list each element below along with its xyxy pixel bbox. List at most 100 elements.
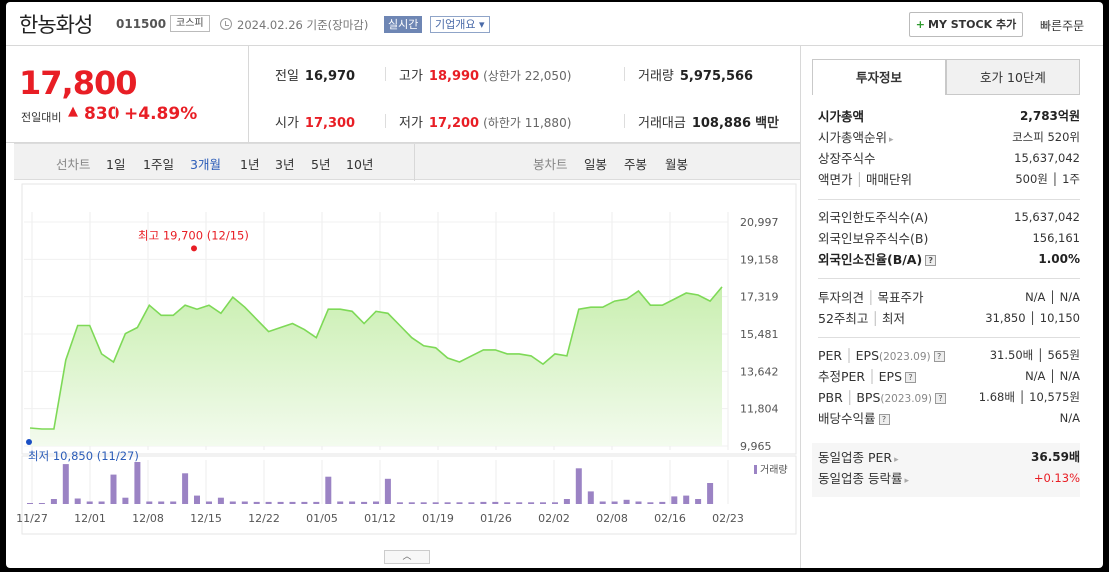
company-profile-dropdown[interactable]: 기업개요 ▾ [430,16,490,33]
volume-bar [695,499,702,504]
base-date: 2024.02.26 기준(장마감) [237,18,369,32]
volume-bar [552,502,558,504]
volume-bar [313,501,320,504]
volume-bar [289,501,296,504]
mystock-add-button[interactable]: + MY STOCK 추가 [909,12,1023,37]
period-5y[interactable]: 5년 [311,154,330,173]
volume-bar [540,502,546,504]
min-label: 최저 10,850 (11/27) [28,449,139,463]
volume-bar [349,501,356,504]
volume-bar [206,501,212,504]
y-tick-label: 13,642 [740,365,779,378]
help-icon[interactable]: ? [905,372,917,383]
market-badge: 코스피 [170,15,210,32]
quote-prev: 전일 16,970 [275,69,356,84]
volume-bar [492,501,499,504]
volume-bar [194,495,200,504]
volume-bar [74,498,81,504]
market-cap: 2,783억원 [1019,109,1080,123]
volume-bar [170,501,177,504]
period-1w[interactable]: 1주일 [143,154,174,173]
volume-bar [516,502,523,504]
volume-bar [325,476,332,504]
tab-orderbook[interactable]: 호가 10단계 [946,59,1080,95]
info-group-valuation: PER │ EPS(2023.09)? 31.50배 │ 565원 추정PER │ EPS… [818,345,1080,429]
y-tick-label: 15,481 [740,328,779,341]
period-3m[interactable]: 3개월 [190,154,221,173]
current-price: 17,800 [19,64,137,102]
volume-bar [86,501,93,504]
x-tick-label: 01/12 [364,512,396,525]
mystock-label: MY STOCK 추가 [928,18,1017,31]
help-icon[interactable]: ? [933,351,945,362]
period-1y[interactable]: 1년 [240,154,259,173]
volume-bar [432,502,439,504]
volume-bar [444,502,451,504]
stock-code: 011500 [116,17,167,31]
max-marker [191,245,197,252]
tab-investment-info[interactable]: 투자정보 [812,59,946,95]
stock-widget: 한농화성 011500 코스피 2024.02.26 기준(장마감) 실시간 기… [6,2,1103,568]
y-tick-label: 20,997 [740,216,779,229]
volume-bar [158,501,165,504]
volume-bar [623,499,630,504]
industry-change: +0.13% [1033,471,1080,485]
x-tick-label: 01/19 [422,512,454,525]
info-group-industry: 동일업종 PER ▸ 36.59배 동일업종 등락률 ▸ +0.13% [818,447,1080,489]
volume-bar [182,473,189,504]
volume-bar [611,501,618,504]
foreign-hold: 156,161 [1032,231,1080,245]
pbr-bps: 1.68배 │ 10,575원 [978,390,1080,404]
par-unit: 500원 │ 1주 [1015,172,1080,186]
quote-grid: 전일 16,970 고가 18,990 (상한가 22,050) 거래량 5,975,5… [249,46,801,143]
candle-weekly[interactable]: 주봉 [624,154,647,173]
candle-daily[interactable]: 일봉 [584,154,607,173]
per-eps: 31.50배 │ 565원 [989,348,1080,362]
max-label: 최고 19,700 (12/15) [138,228,249,242]
arrow-icon: ▸ [894,455,899,465]
chevron-up-icon[interactable]: ︿ [384,550,430,564]
y-tick-label: 19,158 [740,253,779,266]
period-10y[interactable]: 10년 [346,154,373,173]
quick-order-link[interactable]: 빠른주문 [1040,17,1084,34]
volume-bar [217,497,224,504]
divider [800,46,801,568]
candle-monthly[interactable]: 월봉 [665,154,688,173]
up-triangle-icon: ▲ [68,104,78,119]
week52-range: 31,850 │ 10,150 [985,311,1080,325]
volume-bar [396,502,403,504]
volume-bar [62,464,69,504]
company-name: 한농화성 [19,13,93,37]
x-tick-label: 12/01 [74,512,106,525]
help-icon[interactable]: ? [878,414,890,425]
x-tick-label: 01/05 [306,512,338,525]
volume-bar [373,501,379,504]
help-icon[interactable]: ? [925,255,937,266]
listed-shares: 15,637,042 [1014,151,1080,165]
divider [414,144,415,181]
x-tick-label: 02/08 [596,512,628,525]
info-group-opinion: 투자의견 │ 목표주가 N/A │ N/A 52주최고 │ 최저 31,850 │ 10,1… [818,287,1080,329]
candle-chart-label: 봉차트 [533,157,568,172]
x-tick-label: 02/16 [654,512,686,525]
period-1d[interactable]: 1일 [106,154,125,173]
foreign-ratio: 1.00% [1038,252,1080,266]
volume-bar [361,501,368,504]
period-3y[interactable]: 3년 [275,154,294,173]
volume-bar [110,474,117,504]
arrow-icon: ▸ [904,476,910,486]
chart-toolbar: 선차트 1일 1주일 3개월 1년 3년 5년 10년 봉차트 일봉 주봉 월봉 [14,143,801,181]
x-tick-label: 01/26 [480,512,512,525]
info-group-foreign: 외국인한도주식수(A) 15,637,042 외국인보유주식수(B) 156,161… [818,207,1080,270]
change-label: 전일대비 [21,111,62,124]
volume-bar [253,501,260,504]
quote-open: 시가 17,300 [275,116,356,131]
realtime-button[interactable]: 실시간 [384,16,423,33]
y-tick-label: 17,319 [740,291,779,304]
volume-bar [671,496,678,504]
header: 한농화성 011500 코스피 2024.02.26 기준(장마감) 실시간 기… [6,2,1103,46]
help-icon[interactable]: ? [935,393,947,404]
volume-bar [408,502,415,504]
info-tabs: 투자정보 호가 10단계 [812,59,1080,95]
x-tick-label: 02/23 [712,512,744,525]
